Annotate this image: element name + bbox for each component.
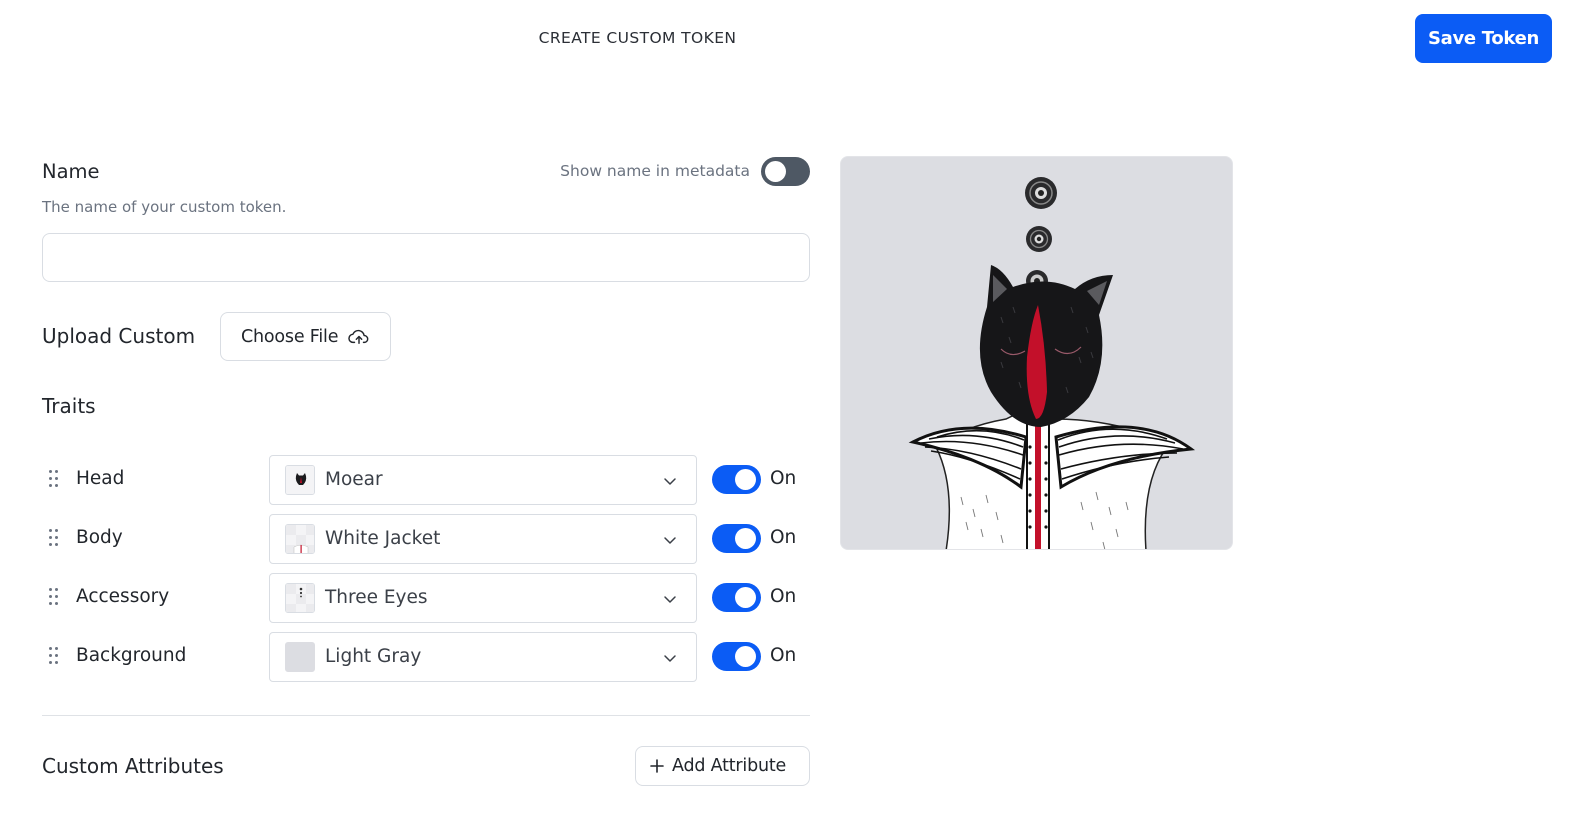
- trait-toggle-body[interactable]: [712, 524, 761, 553]
- trait-row-body: Body White Jacket On: [42, 514, 812, 564]
- custom-attributes-label: Custom Attributes: [42, 754, 224, 778]
- trait-value: White Jacket: [325, 528, 441, 549]
- trait-row-background: Background Light Gray On: [42, 632, 812, 682]
- gray-swatch: [285, 642, 315, 672]
- token-preview-image: [840, 156, 1233, 550]
- trait-value: Light Gray: [325, 646, 422, 667]
- trait-name: Background: [76, 645, 187, 666]
- toggle-state-label: On: [770, 468, 797, 489]
- jacket-thumbnail: [285, 524, 315, 554]
- toggle-state-label: On: [770, 645, 797, 666]
- eyes-thumbnail: [285, 583, 315, 613]
- traits-label: Traits: [42, 394, 96, 418]
- chevron-down-icon: [664, 478, 676, 485]
- trait-select-body[interactable]: White Jacket: [269, 514, 697, 564]
- save-token-button[interactable]: Save Token: [1415, 14, 1552, 63]
- drag-handle-icon[interactable]: [49, 588, 61, 608]
- trait-name: Body: [76, 527, 123, 548]
- cat-character-illustration: [908, 177, 1196, 549]
- add-attribute-button[interactable]: Add Attribute: [635, 746, 810, 786]
- toggle-knob: [735, 646, 756, 667]
- trait-toggle-background[interactable]: [712, 642, 761, 671]
- chevron-down-icon: [664, 655, 676, 662]
- name-label: Name: [42, 160, 100, 183]
- cloud-upload-icon: [348, 329, 369, 344]
- trait-select-background[interactable]: Light Gray: [269, 632, 697, 682]
- trait-toggle-head[interactable]: [712, 465, 761, 494]
- trait-toggle-accessory[interactable]: [712, 583, 761, 612]
- drag-handle-icon[interactable]: [49, 647, 61, 667]
- toggle-state-label: On: [770, 527, 797, 548]
- trait-value: Moear: [325, 469, 383, 490]
- toggle-knob: [735, 469, 756, 490]
- plus-icon: [650, 759, 664, 773]
- cat-head-thumbnail: [285, 465, 315, 495]
- trait-name: Head: [76, 468, 125, 489]
- add-attribute-label: Add Attribute: [672, 756, 787, 776]
- choose-file-button[interactable]: Choose File: [220, 312, 391, 361]
- toggle-state-label: On: [770, 586, 797, 607]
- chevron-down-icon: [664, 537, 676, 544]
- floating-eyes: [1025, 177, 1057, 292]
- name-input[interactable]: [42, 233, 810, 282]
- toggle-knob: [735, 528, 756, 549]
- trait-select-head[interactable]: Moear: [269, 455, 697, 505]
- trait-row-head: Head Moear On: [42, 455, 812, 505]
- choose-file-label: Choose File: [241, 326, 339, 347]
- name-help-text: The name of your custom token.: [42, 198, 287, 216]
- page-title: CREATE CUSTOM TOKEN: [538, 29, 737, 47]
- trait-row-accessory: Accessory Three Eyes On: [42, 573, 812, 623]
- trait-value: Three Eyes: [325, 587, 428, 608]
- show-name-in-metadata-label: Show name in metadata: [560, 162, 750, 180]
- drag-handle-icon[interactable]: [49, 529, 61, 549]
- drag-handle-icon[interactable]: [49, 470, 61, 490]
- upload-custom-label: Upload Custom: [42, 324, 196, 348]
- toggle-knob: [765, 161, 786, 182]
- trait-select-accessory[interactable]: Three Eyes: [269, 573, 697, 623]
- show-name-in-metadata-toggle[interactable]: [761, 157, 810, 186]
- trait-name: Accessory: [76, 586, 170, 607]
- section-divider: [42, 715, 810, 716]
- toggle-knob: [735, 587, 756, 608]
- chevron-down-icon: [664, 596, 676, 603]
